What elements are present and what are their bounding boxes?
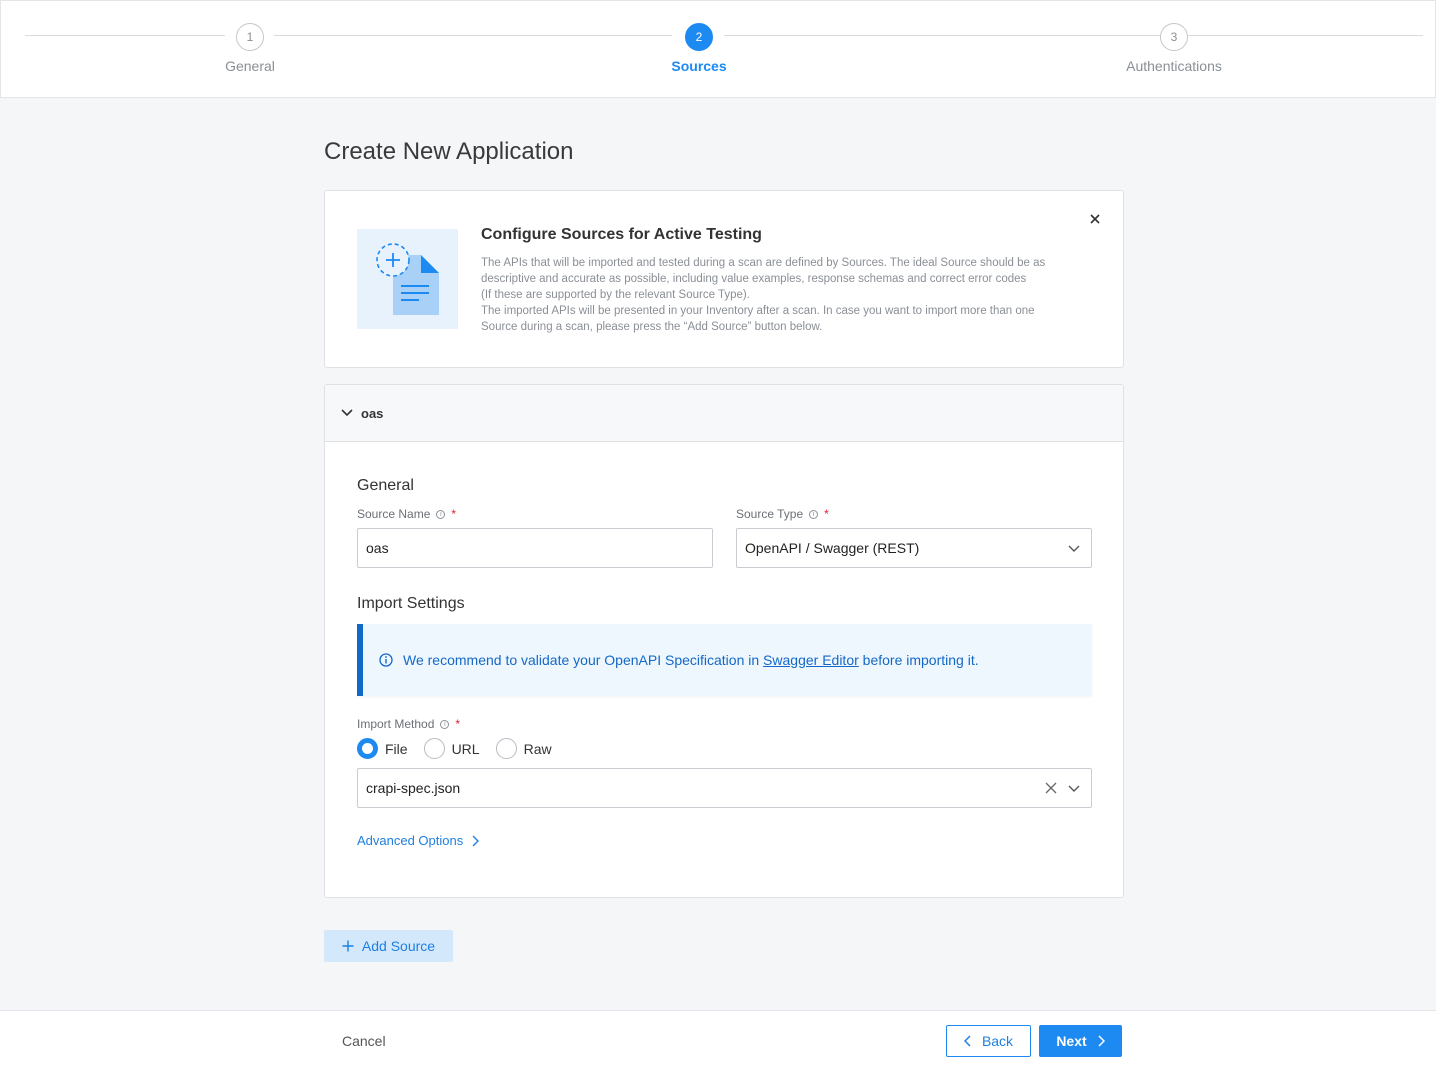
radio-url[interactable]: URL [423, 738, 480, 759]
document-add-icon [357, 229, 458, 329]
description-line: The APIs that will be imported and teste… [481, 257, 1046, 269]
footer-bar: Cancel Back Next [0, 1010, 1436, 1066]
radio-label: Raw [523, 740, 552, 757]
step-number: 2 [685, 23, 713, 51]
description-line: (If these are supported by the relevant … [481, 289, 750, 301]
source-type-select[interactable]: OpenAPI / Swagger (REST) [736, 528, 1092, 568]
file-select[interactable]: crapi-spec.json [357, 768, 1092, 808]
import-settings-title: Import Settings [357, 595, 465, 612]
recommendation-alert: We recommend to validate your OpenAPI Sp… [357, 624, 1092, 696]
alert-text-after: before importing it. [858, 652, 979, 668]
required-marker: * [455, 717, 461, 731]
plus-icon [342, 940, 354, 952]
radio-dot [495, 738, 517, 759]
source-type-value: OpenAPI / Swagger (REST) [745, 540, 920, 556]
required-marker: * [451, 507, 457, 521]
chevron-right-icon [471, 835, 480, 847]
source-name-input[interactable]: oas [357, 528, 713, 568]
radio-file[interactable]: File [357, 738, 408, 759]
source-header-name: oas [361, 405, 384, 421]
chevron-down-icon [1067, 541, 1081, 558]
add-source-label: Add Source [361, 938, 436, 954]
next-button[interactable]: Next [1039, 1025, 1122, 1057]
import-method-label-text: Import Method [357, 717, 435, 731]
advanced-options-link[interactable]: Advanced Options [357, 833, 480, 848]
source-type-label-text: Source Type [736, 507, 804, 521]
info-card-title: Configure Sources for Active Testing [481, 226, 762, 243]
step-general[interactable]: 1 General [150, 23, 350, 74]
step-number: 1 [236, 23, 264, 51]
source-name-value: oas [366, 540, 389, 556]
close-icon[interactable] [1087, 211, 1103, 227]
source-name-label: Source Name i * [357, 507, 456, 521]
general-section-title: General [357, 477, 414, 494]
radio-label: URL [451, 740, 480, 757]
step-authentications[interactable]: 3 Authentications [1074, 23, 1274, 74]
source-name-label-text: Source Name [357, 507, 431, 521]
cancel-button[interactable]: Cancel [342, 1033, 386, 1049]
step-label: General [225, 58, 275, 74]
step-sources[interactable]: 2 Sources [599, 23, 799, 74]
clear-icon[interactable] [1045, 782, 1057, 794]
import-method-label: Import Method i * [357, 717, 460, 731]
info-circle-icon [379, 653, 393, 667]
file-value: crapi-spec.json [366, 780, 461, 796]
source-type-label: Source Type i * [736, 507, 829, 521]
swagger-editor-link[interactable]: Swagger Editor [763, 652, 859, 668]
page-title: Create New Application [324, 138, 574, 165]
stepper: 1 General 2 Sources 3 Authentications [0, 0, 1436, 98]
step-number: 3 [1160, 23, 1188, 51]
source-panel-header[interactable]: oas [325, 385, 1123, 442]
alert-text-before: We recommend to validate your OpenAPI Sp… [403, 652, 764, 668]
advanced-options-label: Advanced Options [357, 833, 464, 848]
step-label: Sources [671, 58, 727, 74]
add-source-button[interactable]: Add Source [324, 930, 453, 962]
chevron-left-icon [963, 1035, 972, 1047]
info-card-description: The APIs that will be imported and teste… [481, 255, 1081, 335]
description-line: The imported APIs will be presented in y… [481, 305, 1035, 317]
chevron-down-icon[interactable] [1067, 781, 1081, 798]
info-icon[interactable]: i [440, 719, 450, 729]
back-label: Back [981, 1033, 1014, 1049]
required-marker: * [824, 507, 829, 521]
description-line: Source during a scan, please press the “… [481, 321, 823, 333]
info-icon[interactable]: i [809, 509, 819, 519]
description-line: descriptive and accurate as possible, in… [481, 273, 1027, 285]
import-method-radio-group: File URL Raw [357, 738, 568, 759]
info-icon[interactable]: i [436, 509, 446, 519]
radio-dot [423, 738, 445, 759]
next-label: Next [1056, 1033, 1087, 1049]
source-panel: oas General Source Name i * oas Source T… [324, 384, 1124, 898]
info-card: Configure Sources for Active Testing The… [324, 190, 1124, 368]
step-label: Authentications [1126, 58, 1222, 74]
chevron-down-icon [341, 404, 353, 422]
back-button[interactable]: Back [946, 1025, 1031, 1057]
radio-dot [357, 738, 378, 759]
radio-raw[interactable]: Raw [495, 738, 552, 759]
chevron-right-icon [1097, 1035, 1105, 1047]
radio-label: File [385, 740, 408, 757]
